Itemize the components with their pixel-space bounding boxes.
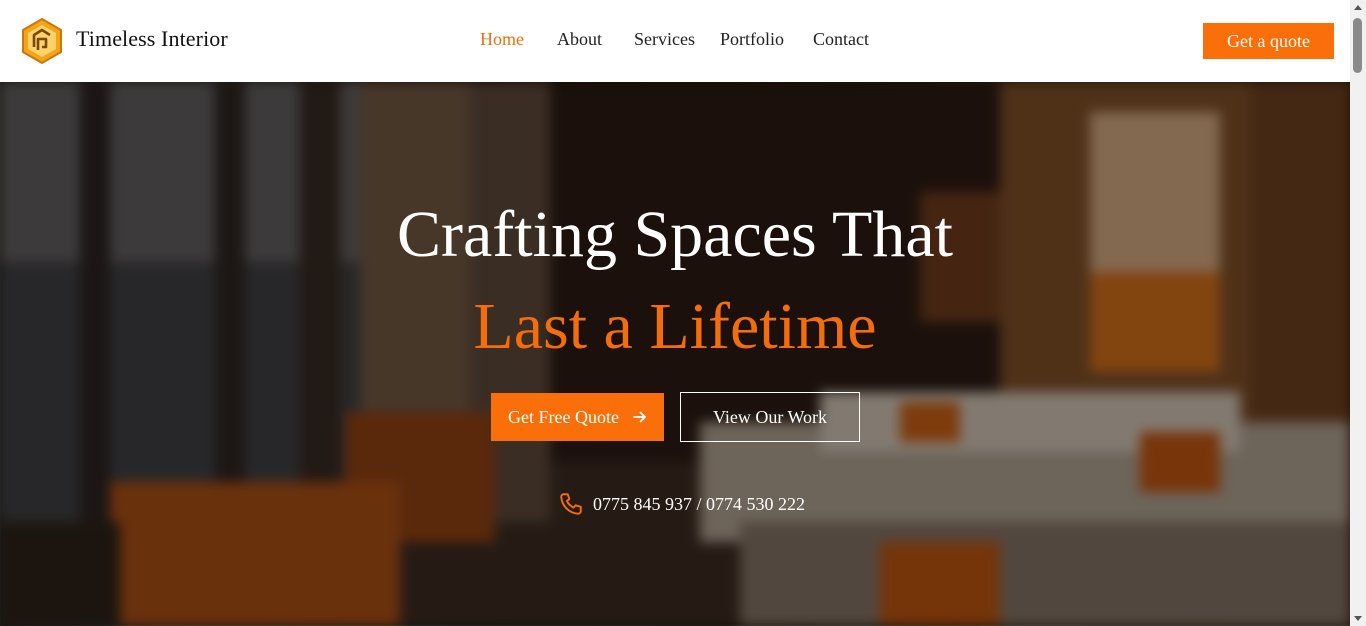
nav-contact[interactable]: Contact — [813, 29, 869, 50]
hexagon-logo-icon[interactable] — [20, 17, 64, 65]
nav-portfolio[interactable]: Portfolio — [720, 29, 784, 50]
brand-name[interactable]: Timeless Interior — [76, 26, 228, 52]
view-our-work-button[interactable]: View Our Work — [680, 392, 860, 442]
scroll-down-arrow-icon[interactable] — [1354, 616, 1362, 621]
page-scrollbar[interactable] — [1350, 0, 1366, 626]
nav-home[interactable]: Home — [480, 29, 524, 50]
scroll-thumb[interactable] — [1353, 18, 1362, 73]
phone-numbers[interactable]: 0775 845 937 / 0774 530 222 — [593, 494, 805, 515]
get-a-quote-button[interactable]: Get a quote — [1203, 23, 1334, 59]
phone-icon — [560, 493, 582, 515]
phone-contact: 0775 845 937 / 0774 530 222 — [558, 491, 805, 517]
arrow-right-icon — [633, 411, 646, 423]
get-free-quote-label: Get Free Quote — [508, 406, 619, 427]
site-header: Timeless Interior Home About Services Po… — [0, 0, 1350, 82]
hero-headline: Crafting Spaces That — [397, 198, 953, 271]
get-free-quote-button[interactable]: Get Free Quote — [491, 393, 664, 441]
nav-services[interactable]: Services — [634, 29, 695, 50]
scroll-up-arrow-icon[interactable] — [1354, 5, 1362, 10]
hero-headline-accent: Last a Lifetime — [473, 290, 877, 363]
hero-section: Crafting Spaces That Last a Lifetime Get… — [0, 82, 1350, 626]
nav-about[interactable]: About — [557, 29, 602, 50]
